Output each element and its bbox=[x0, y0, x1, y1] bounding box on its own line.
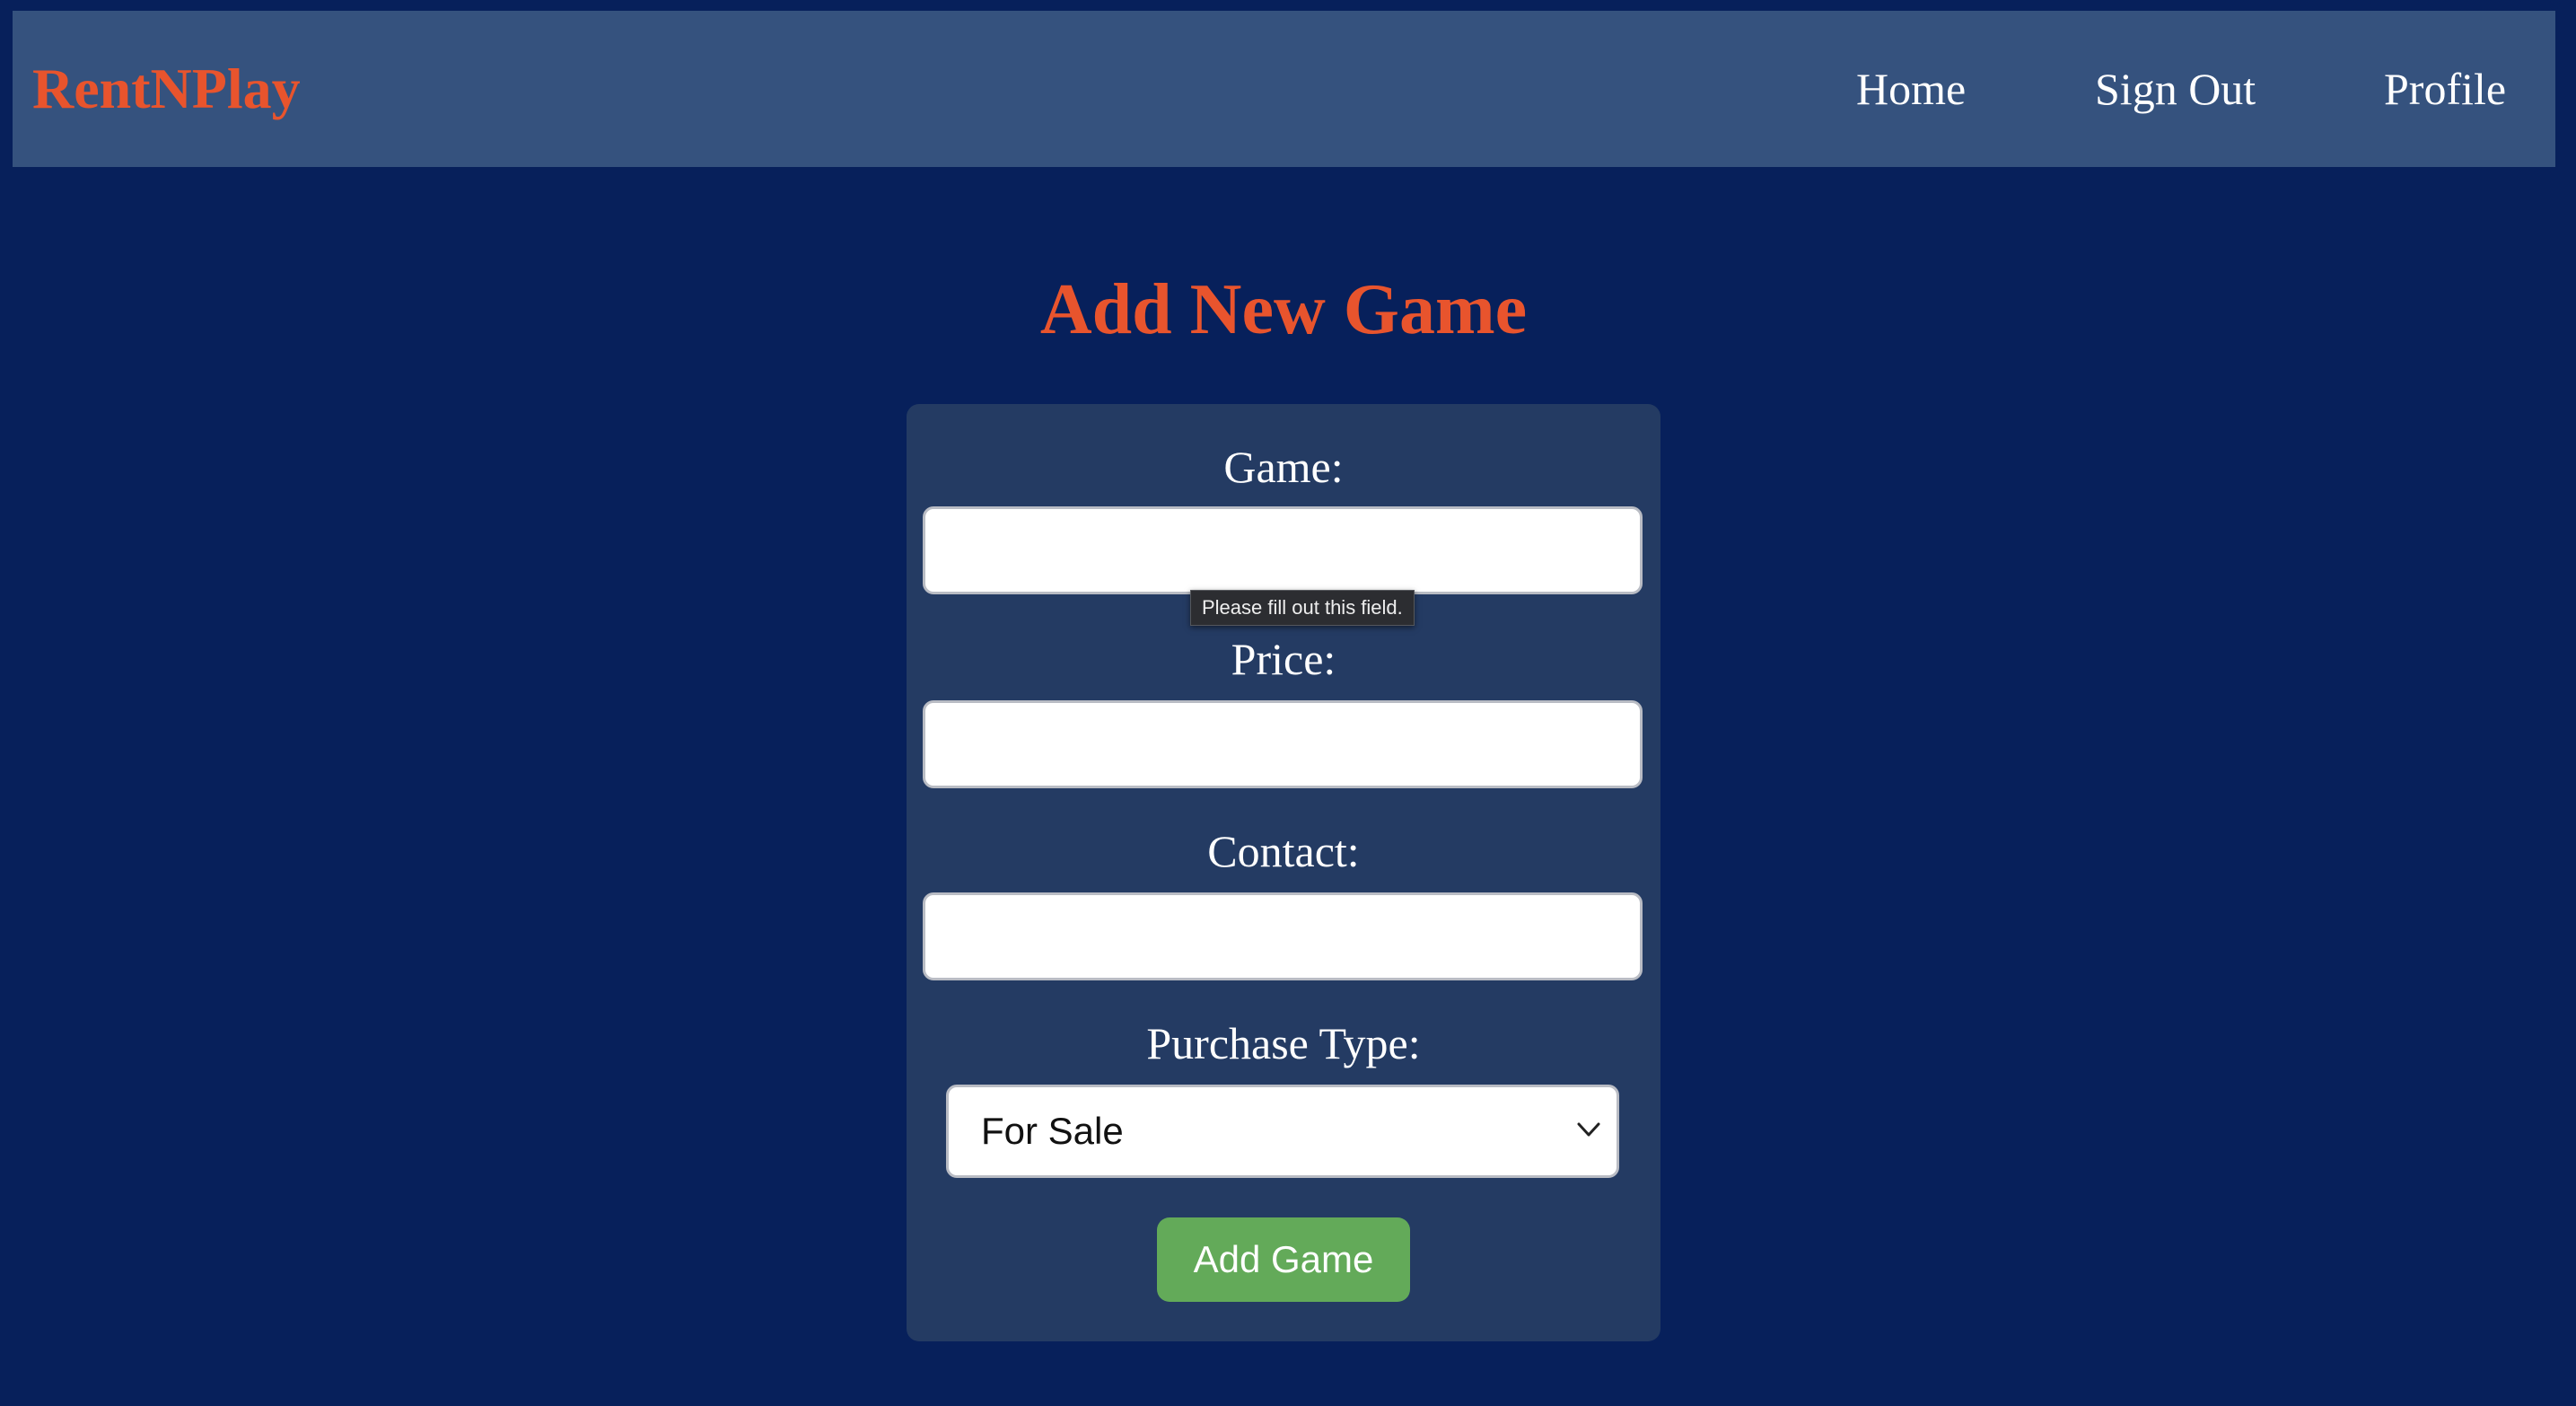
navbar: RentNPlay Home Sign Out Profile bbox=[13, 11, 2555, 167]
add-game-button[interactable]: Add Game bbox=[1157, 1217, 1410, 1302]
chevron-down-icon bbox=[1573, 1114, 1604, 1145]
purchase-type-label: Purchase Type: bbox=[1146, 1018, 1421, 1068]
contact-input[interactable] bbox=[923, 892, 1643, 980]
nav-sign-out-link[interactable]: Sign Out bbox=[2095, 11, 2256, 167]
price-input[interactable] bbox=[923, 700, 1643, 788]
nav-home-link[interactable]: Home bbox=[1856, 11, 1966, 167]
validation-tooltip: Please fill out this field. bbox=[1190, 590, 1415, 626]
game-label: Game: bbox=[1223, 442, 1344, 492]
add-game-form: Game: Price: Contact: Purchase Type: For… bbox=[907, 404, 1660, 1341]
game-input[interactable] bbox=[923, 506, 1643, 594]
brand-logo[interactable]: RentNPlay bbox=[32, 11, 301, 167]
purchase-type-select[interactable]: For Sale bbox=[946, 1085, 1619, 1178]
purchase-type-selected-value: For Sale bbox=[981, 1110, 1124, 1152]
contact-label: Contact: bbox=[1207, 826, 1360, 876]
price-label: Price: bbox=[1231, 634, 1336, 684]
page-title: Add New Game bbox=[1039, 270, 1528, 349]
nav-profile-link[interactable]: Profile bbox=[2384, 11, 2506, 167]
